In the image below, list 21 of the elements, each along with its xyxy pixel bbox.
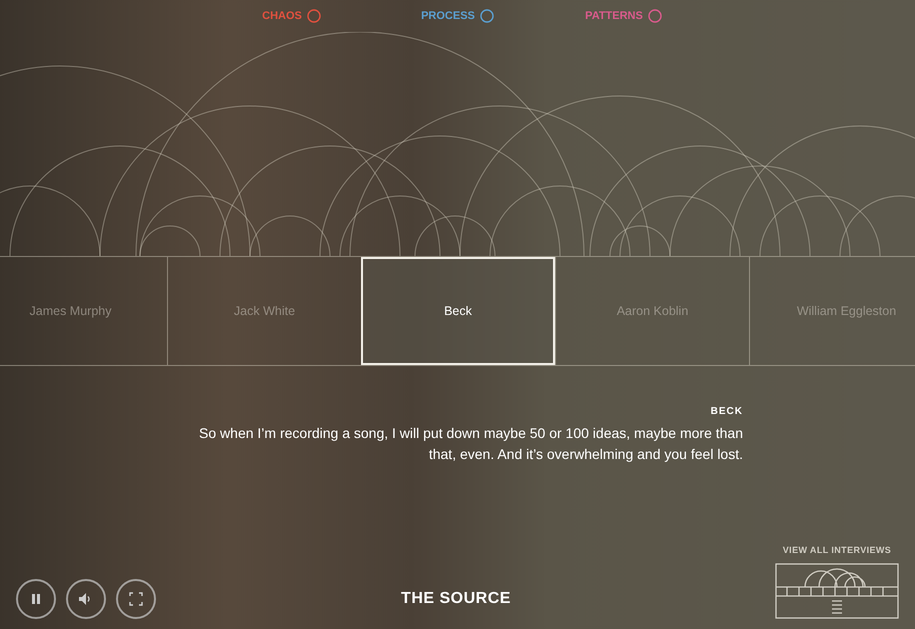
interview-tab[interactable]: Jack White: [167, 257, 361, 365]
category-link[interactable]: PROCESS: [374, 9, 540, 23]
fullscreen-button[interactable]: [116, 579, 156, 619]
pause-button[interactable]: [16, 579, 56, 619]
interviews-thumbnail-drawing[interactable]: [775, 563, 899, 619]
category-link[interactable]: PATTERNS: [540, 9, 706, 23]
fullscreen-icon: [129, 592, 143, 606]
circle-icon: [306, 9, 321, 23]
interview-tab[interactable]: William Eggleston: [749, 257, 915, 365]
view-all-link[interactable]: VIEW ALL INTERVIEWS: [782, 545, 892, 555]
interview-tab[interactable]: Aaron Koblin: [555, 257, 749, 365]
category-link[interactable]: CHAOS: [208, 9, 374, 23]
pause-icon: [30, 593, 42, 605]
volume-button[interactable]: [66, 579, 106, 619]
circle-icon: [648, 9, 662, 23]
circle-icon: [480, 9, 494, 23]
interview-tab[interactable]: Beck: [361, 257, 555, 365]
interview-tab[interactable]: James Murphy: [0, 257, 167, 365]
speaker-name: BECK: [710, 406, 743, 417]
quote-text: So when I’m recording a song, I will put down maybe 50 or 100 ideas, maybe more than that, even. And it’s overwhelming and you feel lost.: [198, 424, 743, 464]
video-title: THE SOURCE: [400, 590, 512, 608]
